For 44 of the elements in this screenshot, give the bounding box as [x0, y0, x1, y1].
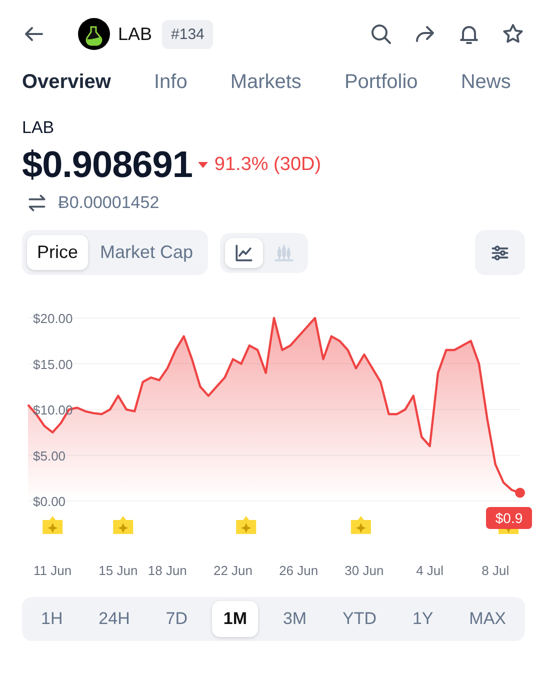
- timeframe-option[interactable]: 1M: [212, 601, 258, 637]
- axis-label: $20.00: [33, 311, 73, 326]
- flask-icon: [78, 18, 110, 50]
- toggle-option[interactable]: Market Cap: [90, 235, 204, 270]
- timeframe-option[interactable]: 1H: [30, 601, 74, 637]
- axis-label: $0.00: [33, 494, 66, 509]
- search-icon[interactable]: [369, 22, 393, 46]
- timeframe-option[interactable]: MAX: [458, 601, 517, 637]
- timeframe-option[interactable]: 24H: [88, 601, 141, 637]
- event-marker-icon: [42, 516, 63, 534]
- btc-price: Ƀ0.00001452: [58, 193, 160, 213]
- event-marker-icon: [236, 516, 256, 534]
- axis-label: $15.00: [33, 356, 73, 372]
- axis-label: 4 Jul: [416, 563, 444, 578]
- tab[interactable]: Markets: [230, 71, 302, 94]
- settings-button[interactable]: [475, 230, 525, 275]
- price-tag: $0.9: [486, 507, 532, 529]
- end-dot: [515, 488, 525, 498]
- tab[interactable]: Overview: [22, 71, 111, 94]
- line-chart-icon[interactable]: [225, 238, 264, 268]
- toggle-option[interactable]: Price: [27, 235, 88, 270]
- coin-symbol: LAB: [118, 24, 152, 44]
- coin-name: LAB: [22, 118, 56, 138]
- price-value: $0.908691: [22, 144, 192, 186]
- axis-label: 26 Jun: [279, 563, 318, 578]
- timeframe-option[interactable]: 7D: [154, 601, 198, 637]
- axis-label: 18 Jun: [148, 563, 187, 578]
- event-marker-icon: [350, 516, 371, 534]
- timeframe-option[interactable]: 3M: [272, 601, 318, 637]
- axis-label: $5.00: [33, 448, 66, 464]
- swap-icon: [26, 192, 48, 214]
- axis-label: 8 Jul: [482, 563, 510, 578]
- timeframe-option[interactable]: 1Y: [401, 601, 444, 637]
- tab[interactable]: News: [460, 71, 511, 94]
- axis-label: 11 Jun: [34, 563, 72, 578]
- price-change: 91.3% (30D): [214, 154, 322, 176]
- rank-badge: #134: [162, 20, 214, 48]
- tab[interactable]: Portfolio: [344, 71, 418, 94]
- axis-label: 30 Jun: [344, 563, 384, 578]
- event-marker-icon: [113, 516, 134, 534]
- axis-label: 22 Jun: [213, 563, 253, 578]
- timeframe-option[interactable]: YTD: [332, 601, 388, 637]
- tab[interactable]: Info: [154, 71, 188, 94]
- axis-label: 15 Jun: [98, 563, 138, 578]
